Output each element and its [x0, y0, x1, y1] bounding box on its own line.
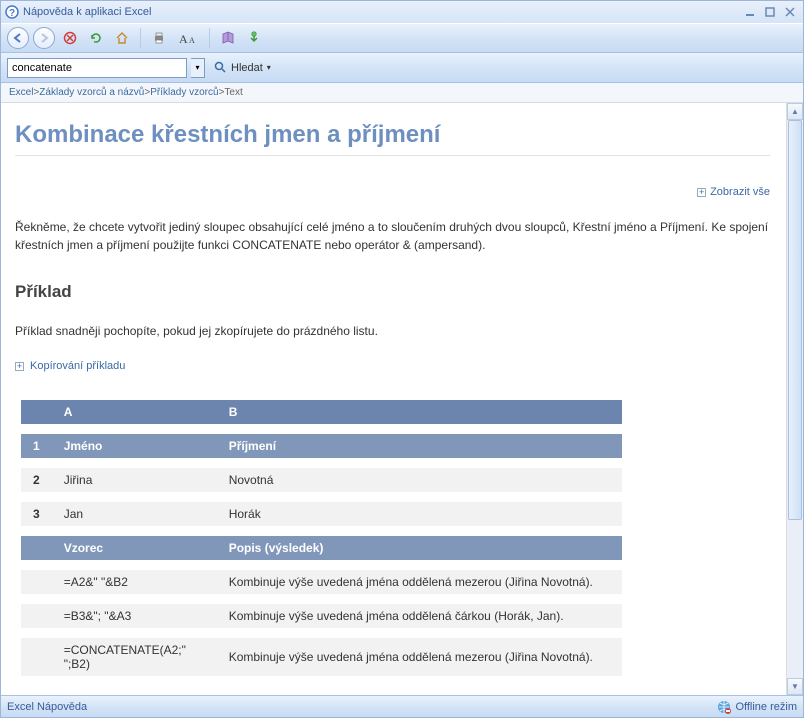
formula-cell: =A2&" "&B2 [52, 570, 217, 594]
offline-icon [717, 700, 731, 714]
row-number: 1 [21, 434, 52, 458]
print-button[interactable] [148, 27, 170, 49]
toc-button[interactable] [217, 27, 239, 49]
example-heading: Příklad [15, 282, 770, 302]
cell: Novotná [217, 468, 622, 492]
status-right-label: Offline režim [735, 701, 797, 713]
row-blank [21, 638, 52, 676]
table-corner [21, 400, 52, 424]
copy-example-link[interactable]: +Kopírování příkladu [15, 360, 770, 372]
content-area: Kombinace křestních jmen a příjmení +Zob… [1, 103, 786, 695]
titlebar: ? Nápověda k aplikaci Excel [1, 1, 803, 23]
plus-icon: + [15, 362, 24, 371]
formula-desc: Kombinuje výše uvedená jména oddělená me… [217, 570, 622, 594]
search-toolbar: ▾ Hledat ▾ [1, 53, 803, 83]
statusbar: Excel Nápověda Offline režim [1, 695, 803, 717]
row-number: 2 [21, 468, 52, 492]
cell: Jan [52, 502, 217, 526]
search-button[interactable]: Hledat ▾ [209, 58, 280, 78]
intro-paragraph: Řekněme, že chcete vytvořit jediný sloup… [15, 218, 770, 254]
col-header-a: A [52, 400, 217, 424]
keep-on-top-button[interactable] [243, 27, 265, 49]
formula-cell: =CONCATENATE(A2;" ";B2) [52, 638, 217, 676]
vertical-scrollbar[interactable]: ▲ ▼ [786, 103, 803, 695]
subhead-b: Příjmení [217, 434, 622, 458]
font-size-button[interactable]: AA [174, 27, 202, 49]
example-intro: Příklad snadněji pochopíte, pokud jej zk… [15, 324, 770, 338]
formula-desc: Kombinuje výše uvedená jména oddělená čá… [217, 604, 622, 628]
formula-head-b: Popis (výsledek) [217, 536, 622, 560]
help-icon: ? [5, 5, 19, 19]
row-blank [21, 604, 52, 628]
close-button[interactable] [781, 5, 799, 19]
forward-button[interactable] [33, 27, 55, 49]
formula-cell: =B3&"; "&A3 [52, 604, 217, 628]
svg-text:A: A [189, 36, 195, 45]
scroll-down-button[interactable]: ▼ [787, 678, 803, 695]
search-input[interactable] [12, 62, 182, 74]
show-all-link[interactable]: +Zobrazit vše [15, 186, 770, 198]
home-button[interactable] [111, 27, 133, 49]
subhead-a: Jméno [52, 434, 217, 458]
status-left: Excel Nápověda [1, 701, 717, 713]
breadcrumb-item[interactable]: Příklady vzorců [150, 87, 218, 98]
row-blank [21, 570, 52, 594]
formula-desc: Kombinuje výše uvedená jména oddělená me… [217, 638, 622, 676]
breadcrumb-item[interactable]: Excel [9, 87, 33, 98]
col-header-b: B [217, 400, 622, 424]
navigation-toolbar: AA [1, 23, 803, 53]
row-number: 3 [21, 502, 52, 526]
cell: Jiřina [52, 468, 217, 492]
back-button[interactable] [7, 27, 29, 49]
breadcrumb-item: Text [224, 87, 242, 98]
page-title: Kombinace křestních jmen a příjmení [15, 121, 770, 149]
breadcrumb-item[interactable]: Základy vzorců a názvů [39, 87, 144, 98]
minimize-button[interactable] [741, 5, 759, 19]
scroll-thumb[interactable] [788, 120, 802, 520]
window-title: Nápověda k aplikaci Excel [23, 6, 151, 18]
scroll-up-button[interactable]: ▲ [787, 103, 803, 120]
search-button-label: Hledat [231, 62, 263, 74]
status-right: Offline režim [717, 700, 803, 714]
formula-head-a: Vzorec [52, 536, 217, 560]
maximize-button[interactable] [761, 5, 779, 19]
scroll-track[interactable] [787, 120, 803, 678]
svg-text:A: A [179, 32, 188, 45]
stop-button[interactable] [59, 27, 81, 49]
search-dropdown[interactable]: ▾ [191, 58, 205, 78]
search-input-container [7, 58, 187, 78]
row-blank [21, 536, 52, 560]
plus-icon: + [697, 188, 706, 197]
refresh-button[interactable] [85, 27, 107, 49]
breadcrumb: Excel > Základy vzorců a názvů > Příklad… [1, 83, 803, 103]
cell: Horák [217, 502, 622, 526]
search-icon [214, 61, 227, 74]
svg-text:?: ? [9, 8, 15, 19]
example-table: A B 1 Jméno Příjmení 2 Jiřina Novotná 3 [21, 390, 622, 676]
